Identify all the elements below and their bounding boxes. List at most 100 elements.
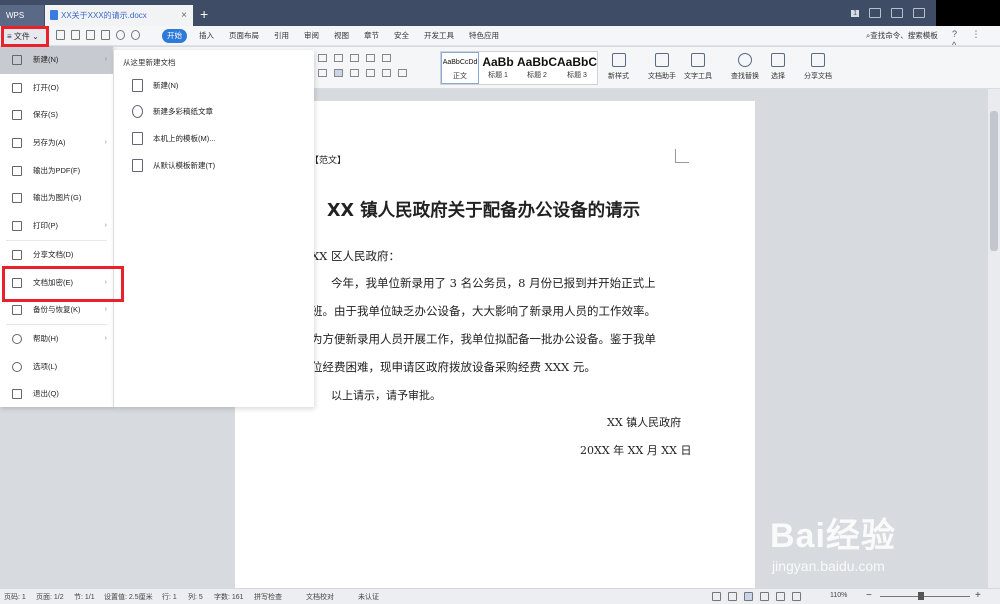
export-icon[interactable] (71, 30, 80, 40)
file-menu-new[interactable]: 新建(N) › (0, 46, 113, 74)
style-heading-2[interactable]: AaBbC 标题 2 (517, 52, 557, 84)
shading-icon[interactable] (382, 69, 391, 77)
page-view-icon[interactable] (744, 592, 753, 601)
command-search[interactable]: ⌕查找命令、搜索模板 (866, 30, 938, 41)
align-right-icon[interactable] (350, 69, 359, 77)
read-view-icon[interactable] (792, 592, 801, 601)
doc-proof-button[interactable]: 文档校对 (306, 592, 334, 602)
submenu-new-blank[interactable]: 新建(N) (132, 78, 178, 94)
style-normal[interactable]: AaBbCcDd 正文 (441, 52, 480, 84)
tab-security[interactable]: 安全 (394, 29, 409, 43)
tab-insert[interactable]: 插入 (199, 29, 214, 43)
tab-references[interactable]: 引用 (274, 29, 289, 43)
tab-page-layout[interactable]: 页面布局 (229, 29, 259, 43)
status-row[interactable]: 行: 1 (162, 592, 177, 602)
outdent-icon[interactable] (334, 54, 343, 62)
status-page-number[interactable]: 页码: 1 (4, 592, 26, 602)
eye-protect-icon[interactable] (712, 592, 721, 601)
align-justify-icon[interactable] (334, 69, 343, 77)
zoom-slider[interactable] (880, 596, 970, 597)
submenu-local-template[interactable]: 本机上的模板(M)... (132, 131, 216, 147)
distributed-icon[interactable] (366, 69, 375, 77)
pen-icon[interactable] (728, 592, 737, 601)
close-tab-icon[interactable]: × (181, 5, 187, 26)
status-col[interactable]: 列: 5 (188, 592, 203, 602)
sort-icon[interactable] (350, 54, 359, 62)
status-pages[interactable]: 页面: 1/2 (36, 592, 64, 602)
new-style-button[interactable]: 新样式 (608, 53, 629, 81)
undo-icon[interactable] (116, 30, 125, 40)
file-menu-share[interactable]: 分享文档(D) (0, 241, 113, 269)
submenu-new-colorful[interactable]: 新建多彩稿纸文章 (132, 104, 213, 120)
web-view-icon[interactable] (776, 592, 785, 601)
tab-home[interactable]: 开始 (162, 29, 187, 43)
doc-body-line: 为方便新录用人员开展工作，我单位拟配备一批办公设备。鉴于我单 (311, 332, 656, 346)
print-icon (12, 221, 22, 232)
menu-icon[interactable] (913, 8, 925, 18)
page-corner-mark (675, 149, 689, 163)
local-template-icon (132, 132, 143, 145)
file-menu-label: 保存(S) (33, 110, 58, 120)
file-menu-label: 输出为图片(G) (33, 193, 82, 203)
zoom-out-icon[interactable]: − (866, 590, 872, 601)
doc-salutation: XX 区人民政府： (311, 249, 401, 263)
skin-icon[interactable] (869, 8, 881, 18)
wps-home-tab[interactable]: WPS (0, 5, 44, 26)
show-marks-icon[interactable] (366, 54, 375, 62)
status-setting[interactable]: 设置值: 2.5厘米 (104, 592, 153, 602)
file-menu-open[interactable]: 打开(O) (0, 74, 113, 102)
align-left-icon[interactable] (318, 69, 327, 77)
tab-review[interactable]: 审阅 (304, 29, 319, 43)
line-spacing-icon[interactable] (382, 54, 391, 62)
print-preview-icon[interactable] (101, 30, 110, 40)
style-name: 正文 (453, 73, 468, 80)
spell-check-button[interactable]: 拼写检查 (254, 592, 282, 602)
pdf-icon (12, 165, 22, 176)
share-doc-button[interactable]: 分享文档 (804, 53, 832, 81)
style-heading-3[interactable]: AaBbC 标题 3 (557, 52, 597, 84)
border-icon[interactable] (398, 69, 407, 77)
zoom-in-icon[interactable]: + (975, 590, 981, 601)
file-menu-save[interactable]: 保存(S) (0, 101, 113, 129)
file-menu-label: 打开(O) (33, 82, 59, 92)
select-button[interactable]: 选择 (771, 53, 785, 81)
submenu-label: 新建(N) (153, 81, 179, 90)
file-menu-export-pdf[interactable]: 输出为PDF(F) (0, 157, 113, 185)
tab-developer[interactable]: 开发工具 (424, 29, 454, 43)
print-icon[interactable] (86, 30, 95, 40)
file-menu: 新建(N) › 打开(O) 保存(S) 另存为(A) › 输出为PDF(F) 输出为… (0, 46, 114, 407)
certification-status[interactable]: 未认证 (358, 592, 379, 602)
find-replace-button[interactable]: 查找替换 (731, 53, 759, 81)
file-menu-help[interactable]: 帮助(H) › (0, 325, 113, 353)
outline-view-icon[interactable] (760, 592, 769, 601)
gear-icon (12, 361, 22, 372)
status-section[interactable]: 节: 1/1 (74, 592, 95, 602)
zoom-level[interactable]: 110% (830, 592, 847, 599)
scrollbar-thumb[interactable] (990, 111, 998, 251)
tab-view[interactable]: 视图 (334, 29, 349, 43)
tab-special[interactable]: 特色应用 (469, 29, 499, 43)
style-heading-1[interactable]: AaBb 标题 1 (479, 52, 517, 84)
file-menu-print[interactable]: 打印(P) › (0, 212, 113, 240)
new-tab-button[interactable]: + (200, 5, 208, 23)
submenu-label: 新建多彩稿纸文章 (153, 107, 213, 116)
tab-section[interactable]: 章节 (364, 29, 379, 43)
submenu-default-template[interactable]: 从默认模板新建(T) (132, 158, 215, 174)
document-tab[interactable]: XX关于XXX的请示.docx × (45, 5, 193, 26)
text-tool-button[interactable]: 文字工具 (684, 53, 712, 81)
window-count-badge[interactable]: 1 (851, 9, 859, 17)
indent-icon[interactable] (318, 54, 327, 62)
redo-icon[interactable] (131, 30, 140, 40)
wps-logo: WPS (6, 11, 25, 20)
file-menu-save-as[interactable]: 另存为(A) › (0, 129, 113, 157)
text-tool-icon (691, 53, 705, 67)
file-menu-options[interactable]: 选项(L) (0, 353, 113, 381)
file-menu-exit[interactable]: 退出(Q) (0, 380, 113, 408)
feedback-icon[interactable] (891, 8, 903, 18)
file-menu-export-image[interactable]: 输出为图片(G) (0, 184, 113, 212)
save-icon[interactable] (56, 30, 65, 40)
zoom-slider-handle[interactable] (918, 592, 924, 600)
new-doc-icon (12, 55, 22, 65)
doc-helper-button[interactable]: 文档助手 (648, 53, 676, 81)
status-word-count[interactable]: 字数: 161 (214, 592, 244, 602)
